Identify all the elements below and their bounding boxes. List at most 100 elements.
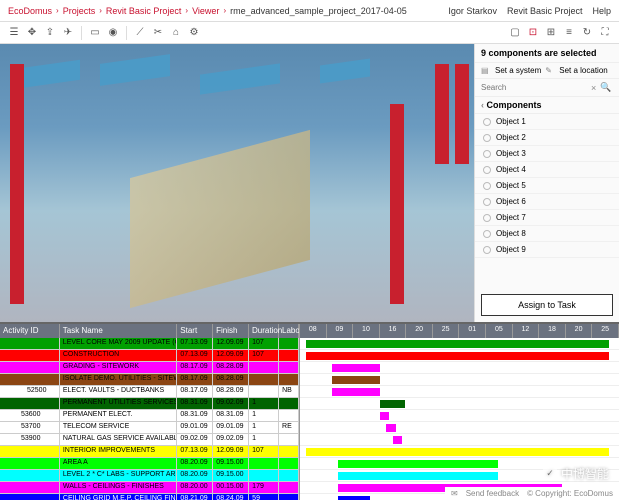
table-row[interactable]: 53700TELECOM SERVICE09.01.0909.01.091RE <box>0 422 299 434</box>
breadcrumb-current: rme_advanced_sample_project_2017-04-05 <box>230 6 407 16</box>
table-row[interactable]: GRADING - SITEWORK08.17.0908.28.09 <box>0 362 299 374</box>
layers-icon[interactable]: ▭ <box>87 25 103 41</box>
table-row[interactable]: INTERIOR IMPROVEMENTS07.13.0912.09.09107 <box>0 446 299 458</box>
visibility-toggle-icon[interactable] <box>483 230 491 238</box>
table-row[interactable]: LEVEL 2 * C* LABS - SUPPORT AREAS08.20.0… <box>0 470 299 482</box>
components-header[interactable]: Components <box>475 97 619 114</box>
breadcrumb-projects[interactable]: Projects <box>63 6 96 16</box>
clear-icon[interactable]: × <box>591 83 596 93</box>
plane-icon[interactable]: ✈ <box>60 25 76 41</box>
gantt-bar[interactable] <box>332 376 380 384</box>
timeline-tick: 08 <box>300 324 327 338</box>
gantt-bar[interactable] <box>338 460 498 468</box>
breadcrumb-viewer[interactable]: Viewer <box>192 6 219 16</box>
object-item[interactable]: Object 8 <box>475 226 619 242</box>
cut-icon[interactable]: ✂ <box>150 25 166 41</box>
view1-icon[interactable]: ▢ <box>507 25 523 41</box>
object-label: Object 2 <box>496 133 526 142</box>
gantt-row <box>300 362 619 374</box>
table-row[interactable]: PERMANENT UTILITIES SERVICES COMPLETE08.… <box>0 398 299 410</box>
object-item[interactable]: Object 7 <box>475 210 619 226</box>
search-icon[interactable]: 🔍 <box>600 82 611 93</box>
breadcrumb-root[interactable]: EcoDomus <box>8 6 52 16</box>
object-label: Object 3 <box>496 149 526 158</box>
move-icon[interactable]: ✥ <box>24 25 40 41</box>
set-system-link[interactable]: Set a system <box>495 66 541 75</box>
camera-icon[interactable]: ◉ <box>105 25 121 41</box>
gantt-bar[interactable] <box>393 436 403 444</box>
user-name[interactable]: Igor Starkov <box>448 6 497 16</box>
gantt-bar[interactable] <box>332 364 380 372</box>
rotate-icon[interactable]: ↻ <box>579 25 595 41</box>
gantt-row <box>300 410 619 422</box>
visibility-toggle-icon[interactable] <box>483 150 491 158</box>
gantt-bar[interactable] <box>338 472 498 480</box>
visibility-toggle-icon[interactable] <box>483 198 491 206</box>
table-row[interactable]: 53600PERMANENT ELECT.08.31.0908.31.091 <box>0 410 299 422</box>
object-item[interactable]: Object 1 <box>475 114 619 130</box>
assign-to-task-button[interactable]: Assign to Task <box>481 294 613 316</box>
header-right: Igor Starkov Revit Basic Project Help <box>448 6 611 16</box>
gantt-bar[interactable] <box>306 352 609 360</box>
visibility-toggle-icon[interactable] <box>483 134 491 142</box>
table-row[interactable]: CEILING GRID M.E.P. CEILING FINISHES08.2… <box>0 494 299 500</box>
visibility-toggle-icon[interactable] <box>483 118 491 126</box>
table-row[interactable]: ISOLATE DEMO. UTILITIES - SITEWORK08.17.… <box>0 374 299 386</box>
visibility-toggle-icon[interactable] <box>483 182 491 190</box>
col-start[interactable]: Start <box>177 324 213 338</box>
right-sidebar: 9 components are selected ▤ Set a system… <box>474 44 619 322</box>
gantt-bar[interactable] <box>332 388 380 396</box>
object-item[interactable]: Object 9 <box>475 242 619 258</box>
col-finish[interactable]: Finish <box>213 324 249 338</box>
send-feedback-link[interactable]: Send feedback <box>466 489 519 498</box>
col-activity-id[interactable]: Activity ID <box>0 324 60 338</box>
table-row[interactable]: WALLS - CEILINGS - FINISHES08.20.0000.15… <box>0 482 299 494</box>
object-item[interactable]: Object 3 <box>475 146 619 162</box>
table-row[interactable]: LEVEL CORE MAY 2009 UPDATE (Current)07.1… <box>0 338 299 350</box>
person-icon[interactable]: ⇪ <box>42 25 58 41</box>
3d-viewport[interactable] <box>0 44 474 322</box>
visibility-toggle-icon[interactable] <box>483 214 491 222</box>
col-labor[interactable]: Labor <box>279 324 299 338</box>
help-link[interactable]: Help <box>592 6 611 16</box>
gantt-bar[interactable] <box>306 340 609 348</box>
set-location-link[interactable]: Set a location <box>559 66 607 75</box>
gantt-bar[interactable] <box>380 400 406 408</box>
table-row[interactable]: 53900NATURAL GAS SERVICE AVAILABLE09.02.… <box>0 434 299 446</box>
timeline-tick: 12 <box>513 324 540 338</box>
table-header: Activity ID Task Name Start Finish Durat… <box>0 324 299 338</box>
object-item[interactable]: Object 4 <box>475 162 619 178</box>
measure-icon[interactable]: ⟋ <box>132 25 148 41</box>
home-icon[interactable]: ⌂ <box>168 25 184 41</box>
breadcrumb-project[interactable]: Revit Basic Project <box>106 6 182 16</box>
view2-icon[interactable]: ⊡ <box>525 25 541 41</box>
table-row[interactable]: 52500ELECT. VAULTS - DUCTBANKS08.17.0908… <box>0 386 299 398</box>
expand-icon[interactable]: ⛶ <box>597 25 613 41</box>
view3-icon[interactable]: ⊞ <box>543 25 559 41</box>
settings-icon[interactable]: ⚙ <box>186 25 202 41</box>
visibility-toggle-icon[interactable] <box>483 166 491 174</box>
table-row[interactable]: CONSTRUCTION07.13.0912.09.09107 <box>0 350 299 362</box>
chevron-right-icon: › <box>185 6 188 15</box>
object-item[interactable]: Object 6 <box>475 194 619 210</box>
project-link[interactable]: Revit Basic Project <box>507 6 583 16</box>
gantt-bar[interactable] <box>306 448 609 456</box>
col-duration[interactable]: Duration <box>249 324 279 338</box>
gantt-bar[interactable] <box>386 424 396 432</box>
gantt-bar[interactable] <box>380 412 390 420</box>
chevron-right-icon: › <box>99 6 102 15</box>
table-row[interactable]: AREA A08.20.0909.15.00 <box>0 458 299 470</box>
menu-icon[interactable]: ☰ <box>6 25 22 41</box>
breadcrumb: EcoDomus › Projects › Revit Basic Projec… <box>8 6 448 16</box>
object-list: Object 1 Object 2 Object 3 Object 4Object 5… <box>475 114 619 288</box>
col-task-name[interactable]: Task Name <box>60 324 178 338</box>
footer: ✉ Send feedback © Copyright: EcoDomus <box>445 487 619 500</box>
timeline-tick: 16 <box>380 324 407 338</box>
search-input[interactable] <box>481 83 591 92</box>
list-icon[interactable]: ≡ <box>561 25 577 41</box>
gantt-bar[interactable] <box>338 496 370 500</box>
object-item[interactable]: Object 2 <box>475 130 619 146</box>
visibility-toggle-icon[interactable] <box>483 246 491 254</box>
object-item[interactable]: Object 5 <box>475 178 619 194</box>
object-label: Object 8 <box>496 229 526 238</box>
